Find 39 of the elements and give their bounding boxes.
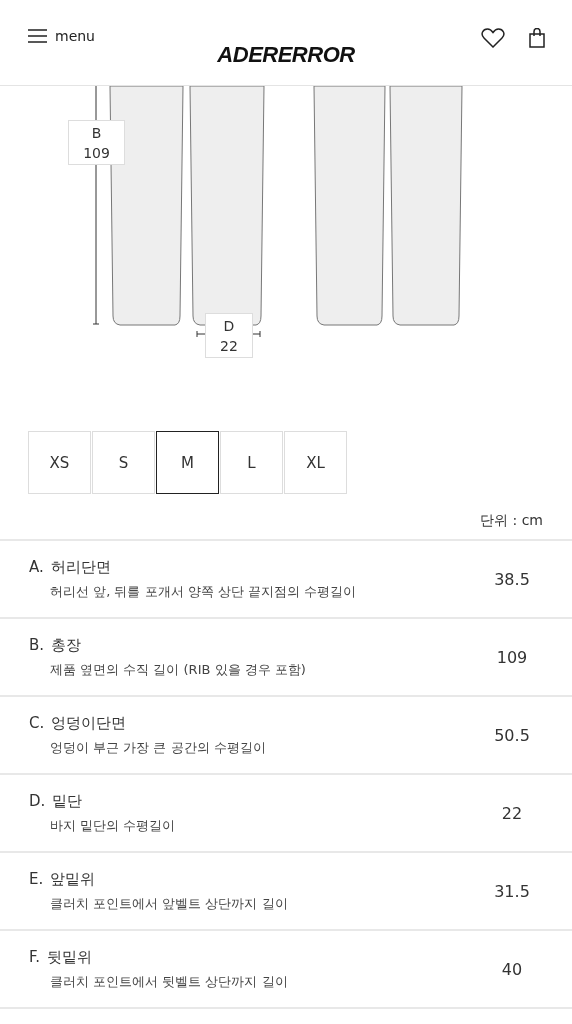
size-option[interactable]: M [156, 431, 219, 494]
measurement-value: 22 [500, 803, 524, 823]
unit-label: 단위 : cm [480, 512, 543, 530]
heart-icon[interactable] [481, 27, 505, 48]
measurement-letter: B. [29, 635, 45, 655]
measurement-value: 50.5 [493, 725, 531, 745]
measurement-value: 38.5 [493, 569, 531, 589]
measurement-letter: C. [29, 713, 45, 733]
measurement-letter: F. [29, 947, 40, 967]
measurement-name: 엉덩이단면 [51, 713, 127, 733]
menu-button[interactable]: menu [28, 27, 95, 44]
size-option[interactable]: S [92, 431, 155, 494]
measurement-name: 밑단 [52, 791, 83, 811]
size-option[interactable]: XL [284, 431, 347, 494]
size-option[interactable]: XS [28, 431, 91, 494]
dimension-value: 109 [83, 143, 110, 163]
size-option[interactable]: L [220, 431, 283, 494]
measurement-name: 허리단면 [50, 557, 111, 577]
measurement-description: 클러치 포인트에서 뒷벨트 상단까지 길이 [50, 972, 289, 991]
measurement-description: 바지 밑단의 수평길이 [50, 816, 177, 835]
measurement-value: 40 [500, 959, 524, 979]
measurement-description: 제품 옆면의 수직 길이 (RIB 있을 경우 포함) [50, 660, 307, 679]
measurement-name: 총장 [51, 635, 82, 655]
measurement-value: 31.5 [493, 881, 531, 901]
measurement-description: 엉덩이 부근 가장 큰 공간의 수평길이 [50, 738, 267, 757]
measurement-name: 뒷밑위 [47, 947, 92, 967]
dimension-letter: B [91, 123, 102, 143]
logo[interactable]: ADERERROR [217, 42, 355, 68]
shopping-bag-icon[interactable] [529, 27, 545, 48]
measurement-value: 109 [495, 647, 529, 667]
menu-icon [28, 28, 47, 43]
measurement-description: 클러치 포인트에서 앞벨트 상단까지 길이 [50, 894, 289, 913]
dimension-letter: D [223, 316, 235, 336]
measurement-letter: E. [29, 869, 44, 889]
measurement-description: 허리선 앞, 뒤를 포개서 양쪽 상단 끝지점의 수평길이 [50, 582, 358, 601]
measurement-name: 앞밑위 [50, 869, 96, 889]
dimension-value: 22 [220, 336, 238, 356]
measurement-letter: D. [29, 791, 46, 811]
measurement-letter: A. [29, 557, 44, 577]
